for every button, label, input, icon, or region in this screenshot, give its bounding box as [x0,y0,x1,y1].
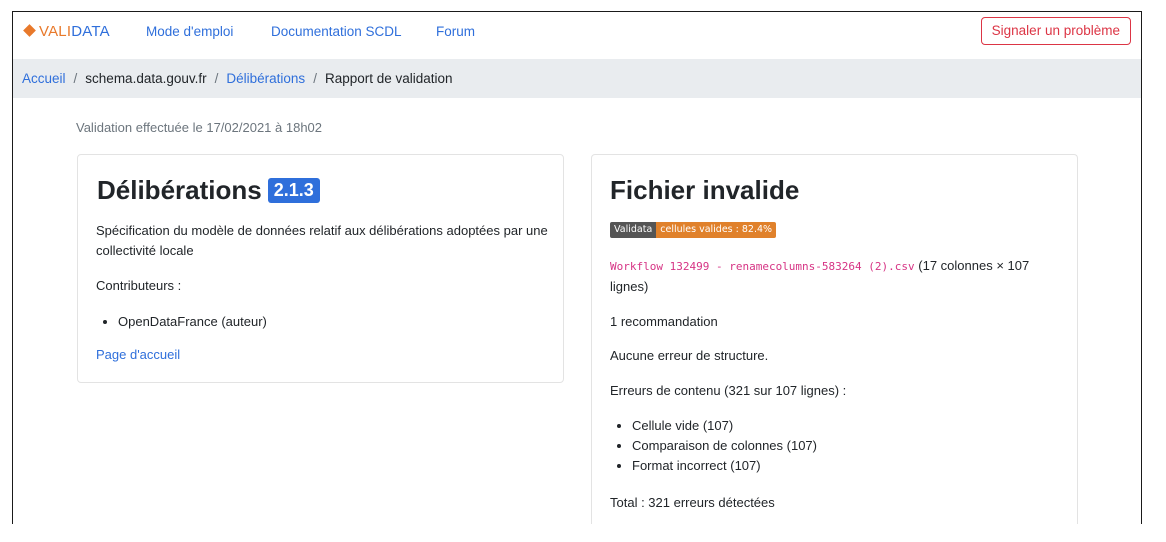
brand-suffix: DATA [71,23,110,40]
structure-errors: Aucune erreur de structure. [610,348,769,363]
breadcrumb-schema[interactable]: Délibérations [226,71,305,86]
error-item: Comparaison de colonnes (107) [632,436,817,456]
validity-badge: Validata cellules valides : 82.4% [610,222,777,238]
nav-link-mode-emploi[interactable]: Mode d'emploi [146,24,233,39]
contributor-item: OpenDataFrance (auteur) [118,312,267,332]
report-title: Fichier invalide [610,175,800,205]
recommendations-count: 1 recommandation [610,314,718,329]
file-info: Workflow 132499 - renamecolumns-583264 (… [610,256,1065,297]
content-errors-list: Cellule vide (107) Comparaison de colonn… [610,416,817,476]
browser-viewport: VALIDATA Mode d'emploi Documentation SCD… [12,11,1142,524]
validation-date: Validation effectuée le 17/02/2021 à 18h… [76,120,323,135]
report-problem-button[interactable]: Signaler un problème [980,17,1131,45]
breadcrumb-separator: / [313,71,317,86]
badge-value: cellules valides : 82.4% [656,222,777,238]
contributors-list: OpenDataFrance (auteur) [96,312,267,332]
breadcrumb-separator: / [73,71,78,86]
validata-diamond-icon [23,24,36,37]
schema-card: Délibérations 2.1.3 Spécification du modè… [77,154,564,383]
total-errors: Total : 321 erreurs détectées [610,495,775,510]
breadcrumb-site: schema.data.gouv.fr [85,71,207,86]
brand-prefix: VALI [39,23,72,40]
content-errors-label: Erreurs de contenu (321 sur 107 lignes) … [610,383,847,398]
nav-link-documentation-scdl[interactable]: Documentation SCDL [271,24,402,39]
breadcrumb-separator: / [214,71,219,86]
homepage-link[interactable]: Page d'accueil [96,345,180,365]
contributors-label: Contributeurs : [96,278,182,293]
schema-description: Spécification du modèle de données relat… [96,223,548,258]
schema-title: Délibérations [97,175,262,205]
error-item: Cellule vide (107) [632,416,817,436]
badge-label: Validata [610,222,657,238]
breadcrumb-home[interactable]: Accueil [22,71,66,86]
brand-logo[interactable]: VALIDATA [23,23,110,40]
error-item: Format incorrect (107) [632,456,817,476]
breadcrumb: Accueil / schema.data.gouv.fr / Délibération… [13,59,1141,98]
schema-title-row: Délibérations 2.1.3 [97,175,320,206]
nav-link-forum[interactable]: Forum [436,24,475,39]
schema-version-badge: 2.1.3 [267,178,320,203]
breadcrumb-current: Rapport de validation [324,71,453,86]
file-name: Workflow 132499 - renamecolumns-583264 (… [610,260,915,273]
report-card: Fichier invalide Validata cellules valide… [591,154,1078,524]
navbar: VALIDATA Mode d'emploi Documentation SCD… [13,12,1141,52]
